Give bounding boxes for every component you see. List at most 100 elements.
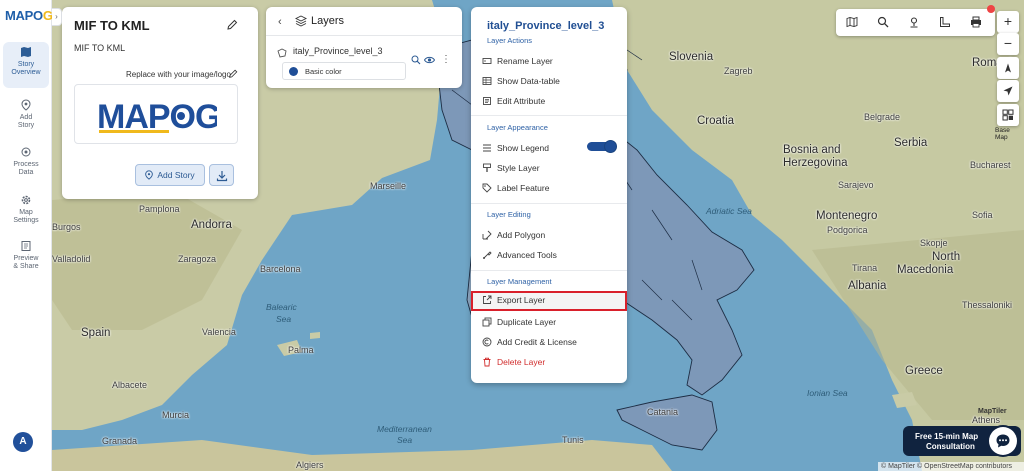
collapse-panel-toggle[interactable]: › [52, 8, 62, 26]
trash-icon [483, 357, 491, 367]
locate-button[interactable] [997, 80, 1019, 102]
advanced-tools-item[interactable]: Advanced Tools [471, 246, 627, 264]
compass-button[interactable] [997, 57, 1019, 79]
maptiler-logo: MapTiler [978, 408, 1007, 415]
preview-icon [21, 241, 31, 251]
place-label: Murcia [162, 410, 190, 420]
download-button[interactable] [209, 164, 234, 186]
nav-label: Process [13, 161, 39, 168]
story-logo-box[interactable]: MAPOG [74, 84, 238, 144]
place-label: Spain [81, 327, 111, 339]
nav-label: Story [17, 61, 35, 68]
back-button[interactable]: ‹ [278, 16, 282, 28]
place-label: Granada [102, 436, 138, 446]
rename-layer-item[interactable]: Rename Layer [471, 52, 627, 70]
zoom-to-layer-icon[interactable] [411, 55, 421, 65]
map-view-icon[interactable] [846, 16, 858, 28]
pencil-icon[interactable] [226, 19, 238, 31]
nav-preview-share[interactable]: Preview & Share [3, 236, 49, 271]
place-label: Zagreb [724, 66, 753, 76]
measure-icon[interactable] [939, 16, 951, 28]
left-nav: MAPOG Story Overview Add Story Process D… [0, 0, 53, 471]
delete-layer-item[interactable]: Delete Layer [471, 353, 627, 371]
place-label: Tunis [562, 435, 584, 445]
add-polygon-item[interactable]: Add Polygon [471, 226, 627, 244]
chat-icon [996, 434, 1010, 448]
print-icon[interactable] [970, 16, 982, 28]
more-options-icon[interactable]: ⋮ [441, 54, 451, 65]
layer-style-row[interactable]: Basic color [282, 62, 406, 80]
sea-label: Balearic [266, 302, 297, 312]
north-arrow-icon [1005, 63, 1011, 73]
style-layer-item[interactable]: Style Layer [471, 159, 627, 177]
nav-story-overview[interactable]: Story Overview [3, 42, 49, 88]
search-icon[interactable] [877, 16, 889, 28]
basemap-button[interactable] [997, 104, 1019, 126]
nav-add-story[interactable]: Add Story [3, 95, 49, 130]
map-tools-toolbar [836, 9, 995, 36]
divider [471, 115, 627, 116]
sea-label: Adriatic Sea [706, 206, 752, 216]
label-feature-item[interactable]: Label Feature [471, 179, 627, 197]
chat-button[interactable] [989, 427, 1017, 455]
app-logo[interactable]: MAPOG [5, 8, 53, 23]
export-icon [483, 295, 492, 304]
toggle-knob [604, 140, 617, 153]
menu-item-label: Edit Attribute [497, 96, 546, 106]
map-attribution: © MapTiler © OpenStreetMap contributors [878, 462, 1024, 471]
layers-panel: ‹ Layers italy_Province_level_3 ⋮ Basic … [266, 7, 462, 88]
place-label: Sarajevo [838, 180, 874, 190]
layer-name[interactable]: italy_Province_level_3 [293, 46, 383, 56]
edit-attribute-icon [483, 97, 491, 105]
place-label: Slovenia [669, 51, 714, 63]
place-label: Zaragoza [178, 254, 217, 264]
edit-attribute-item[interactable]: Edit Attribute [471, 92, 627, 110]
place-label: Macedonia [897, 264, 954, 276]
duplicate-layer-item[interactable]: Duplicate Layer [471, 313, 627, 331]
polygon-icon [482, 230, 492, 240]
place-label: Palma [288, 345, 314, 355]
place-label: Bucharest [970, 160, 1011, 170]
place-label: Montenegro [816, 210, 878, 222]
divider [471, 203, 627, 204]
gear-icon [21, 195, 31, 205]
logo-text: MAPO [5, 8, 43, 23]
sea-label: Sea [276, 314, 292, 324]
nav-label: Map [19, 209, 33, 216]
nav-label: Preview [13, 255, 39, 262]
place-label: Bosnia and [783, 144, 841, 156]
export-layer-item[interactable]: Export Layer [471, 291, 627, 311]
zoom-in-button[interactable]: + [997, 11, 1019, 33]
download-icon [216, 171, 228, 182]
nav-process-data[interactable]: Process Data [3, 142, 49, 177]
nav-label: Overview [11, 69, 41, 76]
section-layer-management: Layer Management [487, 277, 552, 286]
show-legend-toggle[interactable] [587, 140, 617, 153]
pencil-icon[interactable] [228, 69, 238, 79]
nav-map-settings[interactable]: Map Settings [3, 190, 49, 225]
add-story-button[interactable]: Add Story [135, 164, 205, 186]
tag-icon [482, 183, 492, 193]
consult-line2: Consultation [926, 442, 975, 451]
table-icon [482, 77, 492, 85]
place-label: Herzegovina [783, 157, 848, 169]
place-label: Athens [972, 415, 1001, 425]
location-pin-icon[interactable] [908, 16, 920, 28]
avatar[interactable]: A [13, 432, 33, 452]
replace-logo-label[interactable]: Replace with your image/logo [126, 70, 231, 79]
story-title: MIF TO KML [74, 18, 150, 33]
process-icon [21, 147, 31, 157]
paint-icon [483, 163, 491, 172]
polygon-layer-icon[interactable] [277, 48, 287, 58]
section-layer-actions: Layer Actions [487, 36, 533, 45]
layer-context-menu: italy_Province_level_3 Layer Actions Ren… [471, 7, 627, 383]
show-data-table-item[interactable]: Show Data-table [471, 72, 627, 90]
consult-line1: Free 15-min Map [915, 432, 979, 441]
zoom-out-button[interactable]: − [997, 33, 1019, 55]
menu-item-label: Duplicate Layer [497, 317, 557, 327]
add-credit-license-item[interactable]: Add Credit & License [471, 333, 627, 351]
eye-icon[interactable] [424, 55, 435, 65]
place-label: Barcelona [260, 264, 301, 274]
close-toolbar-icon[interactable] [987, 5, 995, 13]
place-label: Algiers [296, 460, 324, 470]
